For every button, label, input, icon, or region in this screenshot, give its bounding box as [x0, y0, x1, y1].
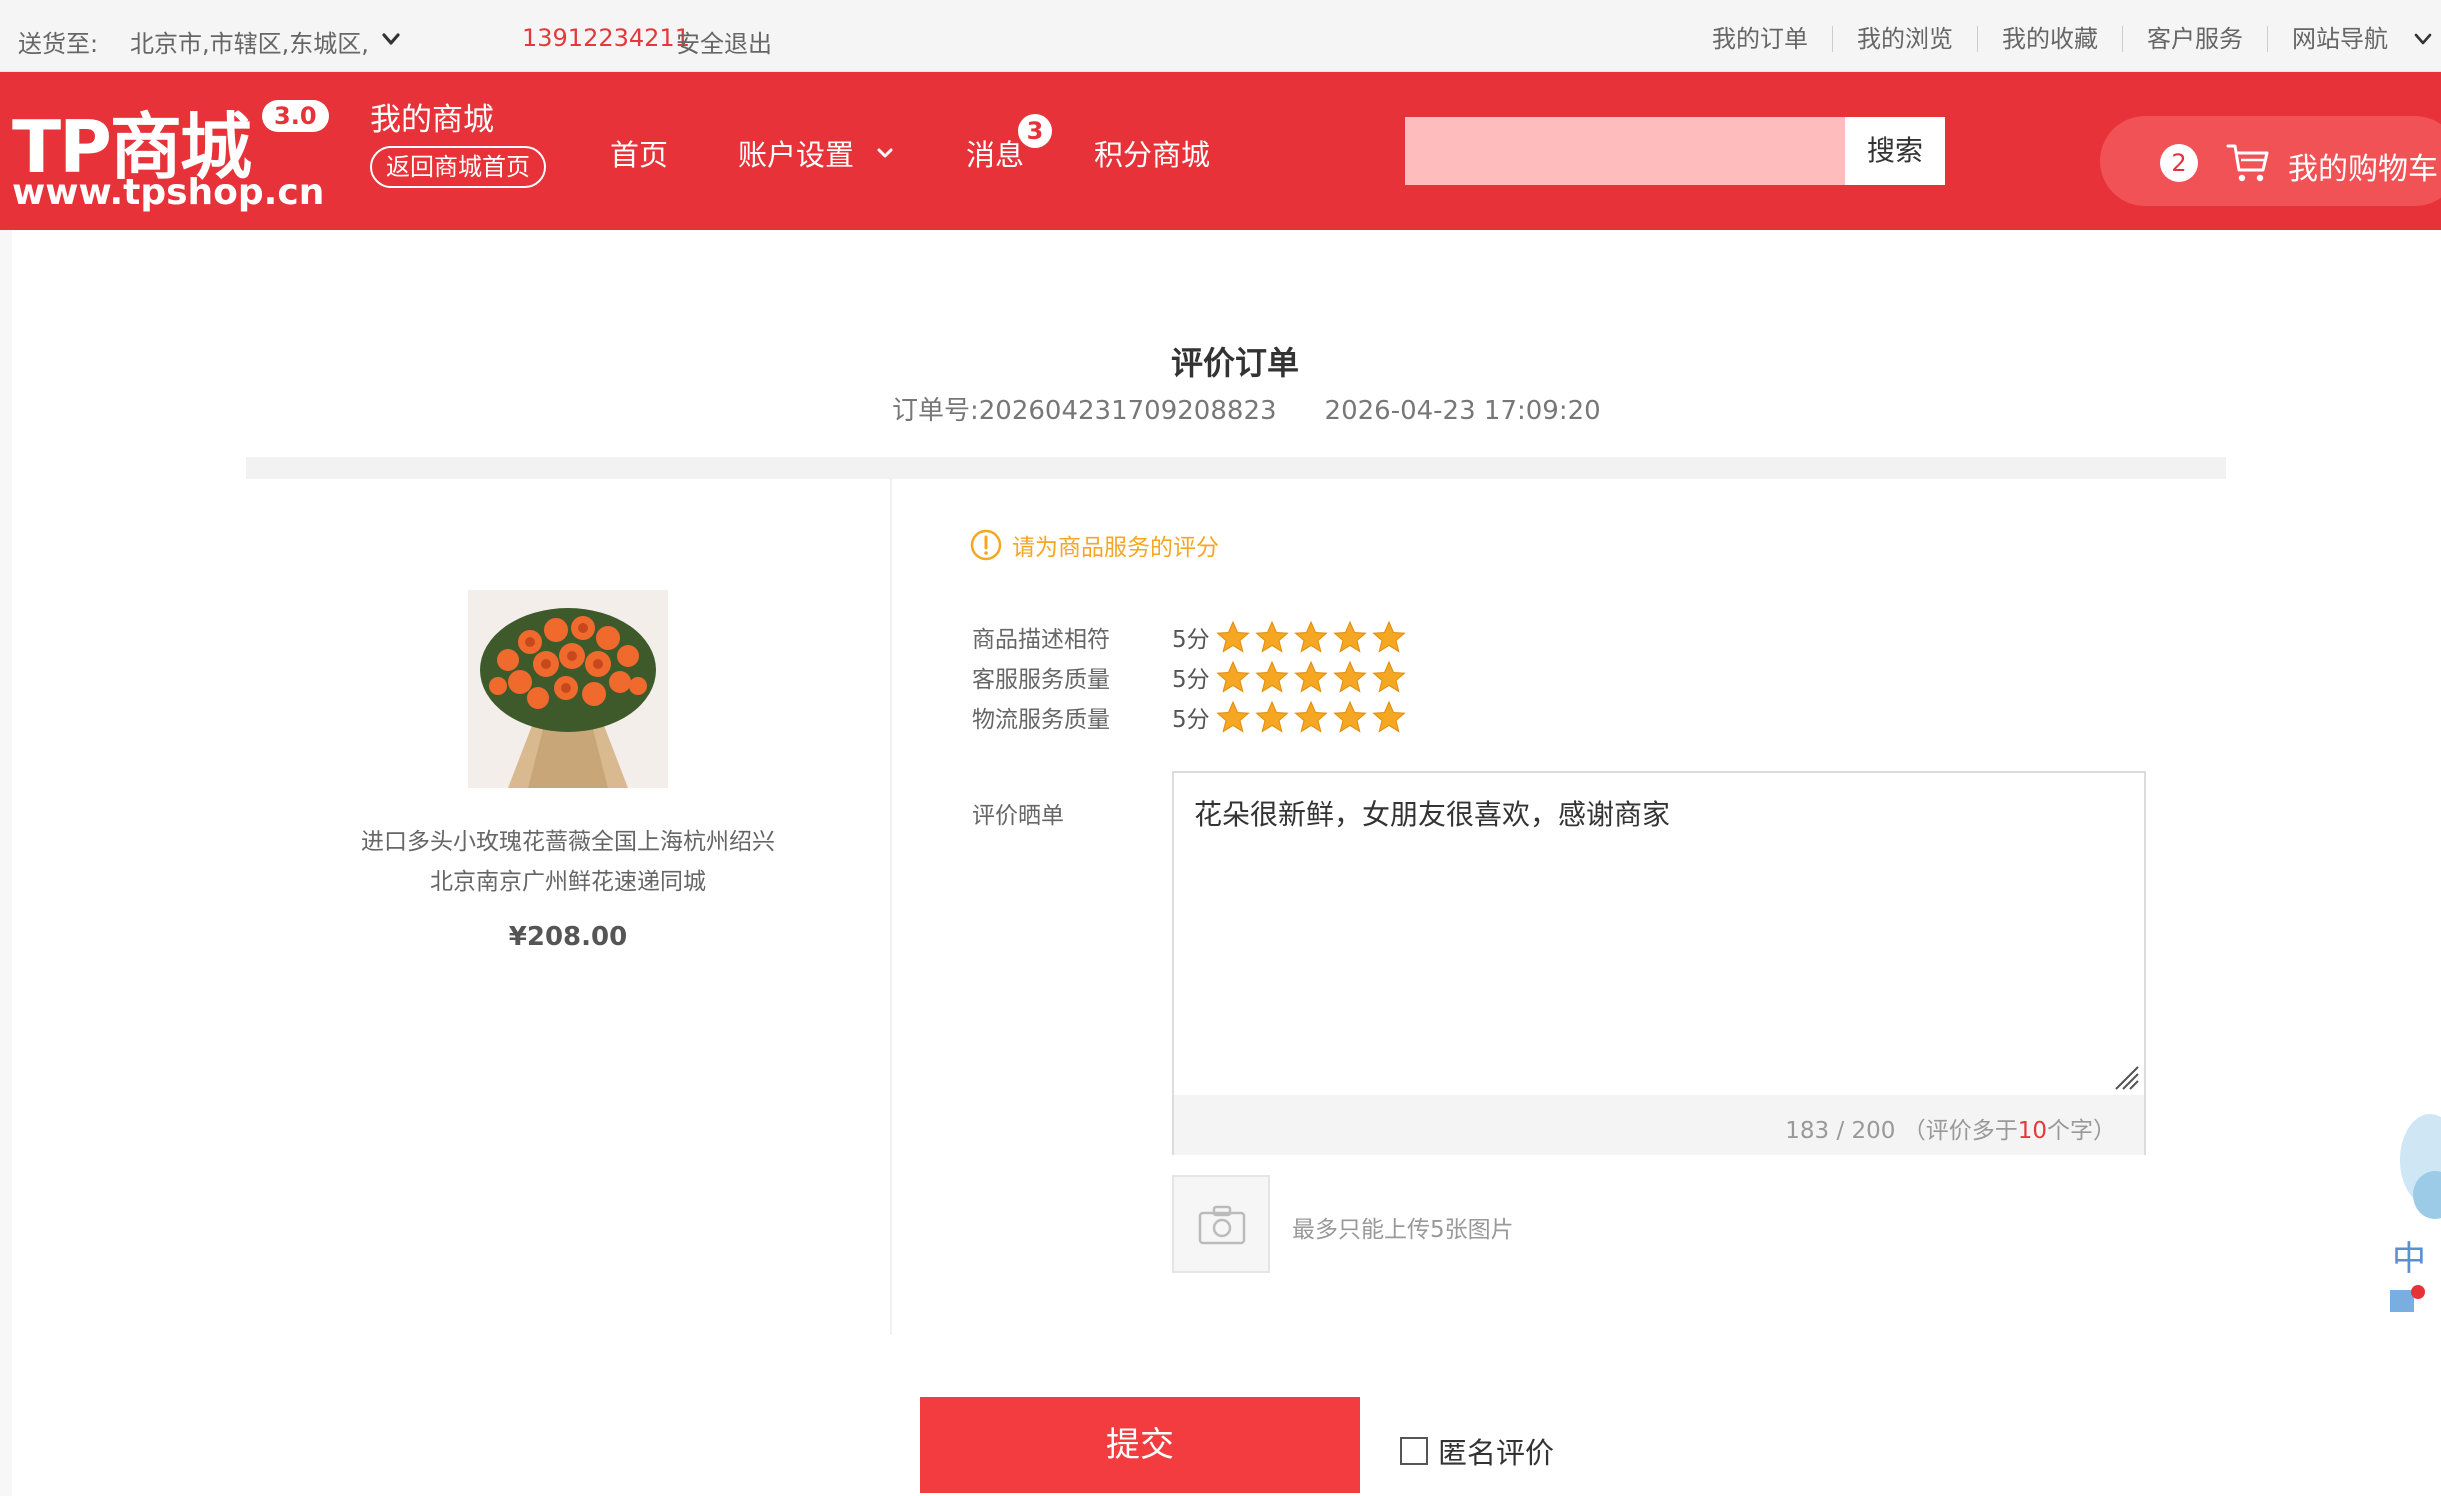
rating-label: 物流服务质量	[972, 707, 1110, 733]
resize-handle-icon[interactable]	[2112, 1063, 2140, 1091]
logo-version-badge: 3.0	[262, 100, 329, 132]
star-icon[interactable]	[1216, 660, 1250, 694]
cart-label: 我的购物车	[2288, 152, 2438, 187]
shopping-cart-icon	[2226, 144, 2269, 182]
product-name[interactable]: 进口多头小玫瑰花蔷薇全国上海杭州绍兴 北京南京广州鲜花速递同城	[330, 822, 806, 902]
star-icon[interactable]	[1255, 660, 1289, 694]
upload-tip: 最多只能上传5张图片	[1292, 1217, 1514, 1243]
section-divider	[246, 457, 2226, 479]
camera-icon	[1198, 1205, 1246, 1245]
review-footer: 183 / 200 （评价多于10个字）	[1174, 1095, 2144, 1155]
star-icon[interactable]	[1333, 620, 1367, 654]
site-header: TP商城 3.0 www.tpshop.cn 我的商城 返回商城首页 首页 账户…	[0, 72, 2441, 230]
star-icon[interactable]	[1333, 700, 1367, 734]
rating-label: 商品描述相符	[972, 627, 1110, 653]
anonymous-option[interactable]: 匿名评价	[1400, 1430, 1554, 1472]
logout-link[interactable]: 安全退出	[676, 24, 772, 59]
nav-messages-label: 消息	[966, 138, 1025, 172]
floating-assistant-icon[interactable]: 中	[2380, 1100, 2441, 1330]
star-rating[interactable]	[1216, 620, 1411, 654]
star-icon[interactable]	[1333, 660, 1367, 694]
order-date: 2026-04-23 17:09:20	[1324, 396, 1601, 426]
warning-circle-icon	[970, 529, 1002, 561]
nav-points-mall[interactable]: 积分商城	[1094, 132, 1210, 174]
chevron-down-icon[interactable]	[2412, 28, 2434, 50]
rating-tip-text: 请为商品服务的评分	[1012, 535, 1219, 561]
star-icon[interactable]	[1255, 700, 1289, 734]
order-info: 订单号:202604231709208823 2026-04-23 17:09:2…	[892, 390, 1601, 427]
page-title: 评价订单	[1170, 344, 1299, 382]
site-logo[interactable]: TP商城 3.0 www.tpshop.cn	[12, 82, 342, 213]
review-label: 评价晒单	[972, 803, 1064, 829]
site-nav-link[interactable]: 网站导航	[2267, 26, 2412, 52]
back-home-button[interactable]: 返回商城首页	[370, 146, 546, 188]
product-name-line-2: 北京南京广州鲜花速递同城	[430, 869, 706, 895]
my-favorites-link[interactable]: 我的收藏	[1977, 26, 2122, 52]
rating-row-service: 客服服务质量 5分	[972, 659, 1411, 695]
nav-home-label: 首页	[610, 138, 669, 172]
star-rating[interactable]	[1216, 660, 1411, 694]
char-counter-min: 10	[2017, 1118, 2047, 1144]
rating-tip: 请为商品服务的评分	[970, 528, 1219, 562]
rating-label: 客服服务质量	[972, 667, 1110, 693]
review-textarea[interactable]: 花朵很新鲜，女朋友很喜欢，感谢商家	[1174, 773, 2144, 1095]
char-counter: 183 / 200 （评价多于10个字）	[1785, 1111, 2116, 1145]
customer-service-link[interactable]: 客户服务	[2122, 26, 2267, 52]
messages-count-badge: 3	[1018, 114, 1052, 148]
char-counter-suffix: 个字）	[2047, 1118, 2116, 1144]
my-mall-title: 我的商城	[370, 102, 494, 138]
search-input[interactable]	[1405, 117, 1845, 185]
star-rating[interactable]	[1216, 700, 1411, 734]
user-phone[interactable]: 13912234211	[522, 24, 690, 52]
main-nav: 首页 账户设置 消息 积分商城 3	[610, 114, 1280, 174]
star-icon[interactable]	[1372, 660, 1406, 694]
order-number-label: 订单号:	[892, 396, 979, 426]
anonymous-label: 匿名评价	[1438, 1436, 1555, 1470]
rating-score: 5分	[1172, 707, 1210, 733]
star-icon[interactable]	[1255, 620, 1289, 654]
nav-account-settings[interactable]: 账户设置	[738, 132, 896, 174]
logo-url: www.tpshop.cn	[12, 172, 325, 213]
anonymous-checkbox[interactable]	[1400, 1437, 1428, 1465]
search-button[interactable]: 搜索	[1845, 117, 1945, 185]
cart-count-badge: 2	[2160, 144, 2198, 182]
rating-row-description: 商品描述相符 5分	[972, 619, 1411, 655]
my-orders-link[interactable]: 我的订单	[1700, 26, 1832, 52]
nav-home[interactable]: 首页	[610, 132, 668, 174]
star-icon[interactable]	[1294, 620, 1328, 654]
star-icon[interactable]	[1294, 660, 1328, 694]
top-links: 我的订单 我的浏览 我的收藏 客户服务 网站导航	[1700, 24, 2434, 54]
left-border	[0, 230, 12, 1496]
product-name-line-1: 进口多头小玫瑰花蔷薇全国上海杭州绍兴	[361, 829, 775, 855]
my-browse-link[interactable]: 我的浏览	[1832, 26, 1977, 52]
product-image[interactable]	[468, 590, 668, 788]
cart-button[interactable]: 2 我的购物车	[2100, 116, 2441, 206]
star-icon[interactable]	[1372, 620, 1406, 654]
nav-account-label: 账户设置	[738, 138, 855, 172]
star-icon[interactable]	[1372, 700, 1406, 734]
nav-messages[interactable]: 消息	[966, 132, 1024, 174]
order-number: 202604231709208823	[978, 396, 1277, 426]
column-divider	[890, 479, 892, 1335]
rating-score: 5分	[1172, 627, 1210, 653]
svg-text:中: 中	[2392, 1239, 2426, 1279]
rating-row-logistics: 物流服务质量 5分	[972, 699, 1411, 735]
rating-score: 5分	[1172, 667, 1210, 693]
top-bar: 送货至: 北京市,市辖区,东城区, 13912234211 安全退出 我的订单 …	[0, 0, 2441, 72]
star-icon[interactable]	[1216, 620, 1250, 654]
review-box: 花朵很新鲜，女朋友很喜欢，感谢商家 183 / 200 （评价多于10个字）	[1172, 771, 2146, 1155]
star-icon[interactable]	[1294, 700, 1328, 734]
chevron-down-icon	[877, 148, 893, 158]
nav-points-label: 积分商城	[1094, 138, 1211, 172]
chevron-down-icon[interactable]	[380, 28, 402, 50]
upload-image-button[interactable]	[1172, 1175, 1270, 1273]
flower-bouquet-image	[468, 590, 668, 788]
star-icon[interactable]	[1216, 700, 1250, 734]
char-counter-prefix: 183 / 200 （评价多于	[1785, 1118, 2018, 1144]
deliver-location[interactable]: 北京市,市辖区,东城区,	[130, 24, 369, 59]
submit-button[interactable]: 提交	[920, 1397, 1360, 1493]
product-price: ¥208.00	[508, 922, 628, 952]
deliver-label: 送货至:	[18, 30, 99, 58]
